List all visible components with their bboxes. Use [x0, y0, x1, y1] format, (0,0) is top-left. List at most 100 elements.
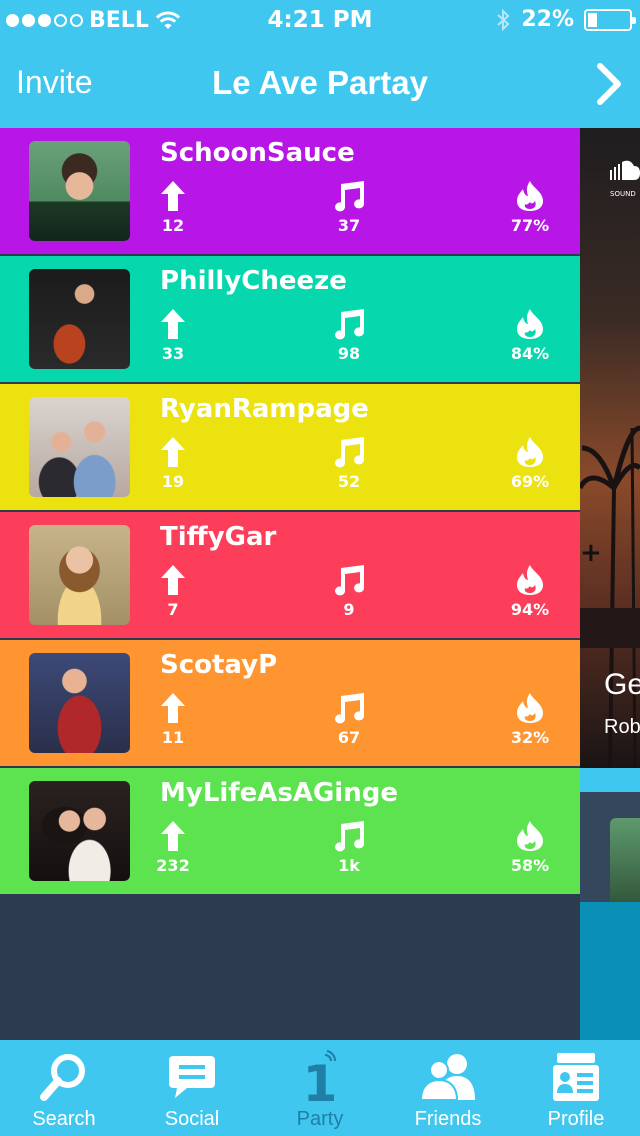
- flame-icon: [517, 821, 543, 851]
- avatar: [29, 653, 130, 753]
- member-name: SchoonSauce: [160, 138, 355, 168]
- hot-percent: 84%: [510, 344, 550, 363]
- upvotes-stat: 19: [143, 436, 203, 491]
- upvotes-count: 33: [161, 344, 185, 363]
- friends-icon: [419, 1054, 475, 1101]
- arrow-up-icon: [161, 821, 185, 851]
- member-name: TiffyGar: [160, 522, 277, 552]
- hot-percent: 69%: [510, 472, 550, 491]
- music-note-icon: [335, 309, 364, 340]
- tab-party[interactable]: 1 Party: [256, 1040, 384, 1136]
- member-row[interactable]: SchoonSauce 12 37 77%: [0, 128, 580, 256]
- songs-stat: 98: [319, 308, 379, 363]
- songs-count: 9: [343, 600, 355, 619]
- upvotes-stat: 33: [143, 308, 203, 363]
- songs-stat: 9: [319, 564, 379, 619]
- arrow-up-icon: [161, 693, 185, 723]
- avatar: [29, 397, 130, 497]
- tab-label: Profile: [547, 1108, 605, 1130]
- songs-stat: 67: [319, 692, 379, 747]
- search-icon: [40, 1054, 85, 1101]
- profile-card-icon: [553, 1053, 599, 1101]
- member-row[interactable]: MyLifeAsAGinge 232 1k 58%: [0, 768, 580, 896]
- upvotes-stat: 7: [143, 564, 203, 619]
- songs-count: 37: [337, 216, 361, 235]
- songs-count: 67: [337, 728, 361, 747]
- soundcloud-logo-icon: [610, 160, 640, 180]
- tab-social[interactable]: Social: [128, 1040, 256, 1136]
- status-right: 22%: [495, 7, 636, 32]
- upvotes-count: 12: [161, 216, 185, 235]
- flame-icon: [517, 693, 543, 723]
- member-row[interactable]: PhillyCheeze 33 98 84%: [0, 256, 580, 384]
- flame-icon: [517, 565, 543, 595]
- songs-count: 98: [337, 344, 361, 363]
- tab-label: Friends: [414, 1108, 482, 1130]
- hot-stat: 58%: [500, 820, 560, 875]
- hot-percent: 94%: [510, 600, 550, 619]
- tab-label: Social: [164, 1108, 220, 1130]
- hot-percent: 77%: [510, 216, 550, 235]
- bluetooth-icon: [497, 8, 510, 31]
- page-title: Le Ave Partay: [212, 64, 428, 101]
- music-note-icon: [335, 181, 364, 212]
- member-list: SchoonSauce 12 37 77% PhillyCheeze 33 98…: [0, 128, 580, 896]
- member-row[interactable]: ScotayP 11 67 32%: [0, 640, 580, 768]
- avatar: [29, 141, 130, 241]
- member-name: ScotayP: [160, 650, 278, 680]
- hot-stat: 32%: [500, 692, 560, 747]
- peek-band: [580, 768, 640, 792]
- upvotes-count: 7: [167, 600, 179, 619]
- chevron-right-icon[interactable]: [592, 62, 626, 106]
- battery-icon: [584, 8, 636, 31]
- member-name: RyanRampage: [160, 394, 369, 424]
- hot-percent: 58%: [510, 856, 550, 875]
- songs-stat: 52: [319, 436, 379, 491]
- music-note-icon: [335, 565, 364, 596]
- chat-bubble-icon: [169, 1056, 215, 1098]
- status-bar: BELL 4:21 PM 22%: [0, 0, 640, 40]
- tab-friends[interactable]: Friends: [384, 1040, 512, 1136]
- music-note-icon: [335, 821, 364, 852]
- tab-label: Party: [296, 1108, 344, 1130]
- songs-stat: 1k: [319, 820, 379, 875]
- plus-icon: +: [580, 538, 602, 568]
- avatar: [29, 269, 130, 369]
- avatar: [29, 781, 130, 881]
- upvotes-count: 19: [161, 472, 185, 491]
- track-title: Ge: [604, 668, 640, 701]
- hot-stat: 77%: [500, 180, 560, 235]
- member-name: PhillyCheeze: [160, 266, 347, 296]
- soundcloud-logo-text: SOUND: [610, 190, 636, 198]
- upvotes-stat: 232: [143, 820, 203, 875]
- upvotes-count: 232: [156, 856, 190, 875]
- songs-count: 1k: [338, 856, 360, 875]
- tab-bar: Search Social 1 Party Friends Profile: [0, 1040, 640, 1136]
- party-number-icon: 1: [303, 1050, 337, 1105]
- tab-label: Search: [32, 1108, 96, 1130]
- hot-stat: 94%: [500, 564, 560, 619]
- battery-percent: 22%: [521, 7, 574, 32]
- member-row[interactable]: RyanRampage 19 52 69%: [0, 384, 580, 512]
- now-playing-peek[interactable]: SOUND + Ge Rob: [580, 128, 640, 1040]
- upvotes-stat: 11: [143, 692, 203, 747]
- songs-stat: 37: [319, 180, 379, 235]
- songs-count: 52: [337, 472, 361, 491]
- flame-icon: [517, 309, 543, 339]
- hot-stat: 69%: [500, 436, 560, 491]
- track-artist: Rob: [604, 716, 640, 738]
- upvotes-stat: 12: [143, 180, 203, 235]
- arrow-up-icon: [161, 565, 185, 595]
- peek-teal-area: [580, 902, 640, 1040]
- hot-stat: 84%: [500, 308, 560, 363]
- arrow-up-icon: [161, 309, 185, 339]
- avatar: [29, 525, 130, 625]
- flame-icon: [517, 181, 543, 211]
- member-row[interactable]: TiffyGar 7 9 94%: [0, 512, 580, 640]
- tab-search[interactable]: Search: [0, 1040, 128, 1136]
- hot-percent: 32%: [510, 728, 550, 747]
- top-bar: BELL 4:21 PM 22% Invite Le Ave Partay: [0, 0, 640, 128]
- tab-profile[interactable]: Profile: [512, 1040, 640, 1136]
- music-note-icon: [335, 437, 364, 468]
- arrow-up-icon: [161, 181, 185, 211]
